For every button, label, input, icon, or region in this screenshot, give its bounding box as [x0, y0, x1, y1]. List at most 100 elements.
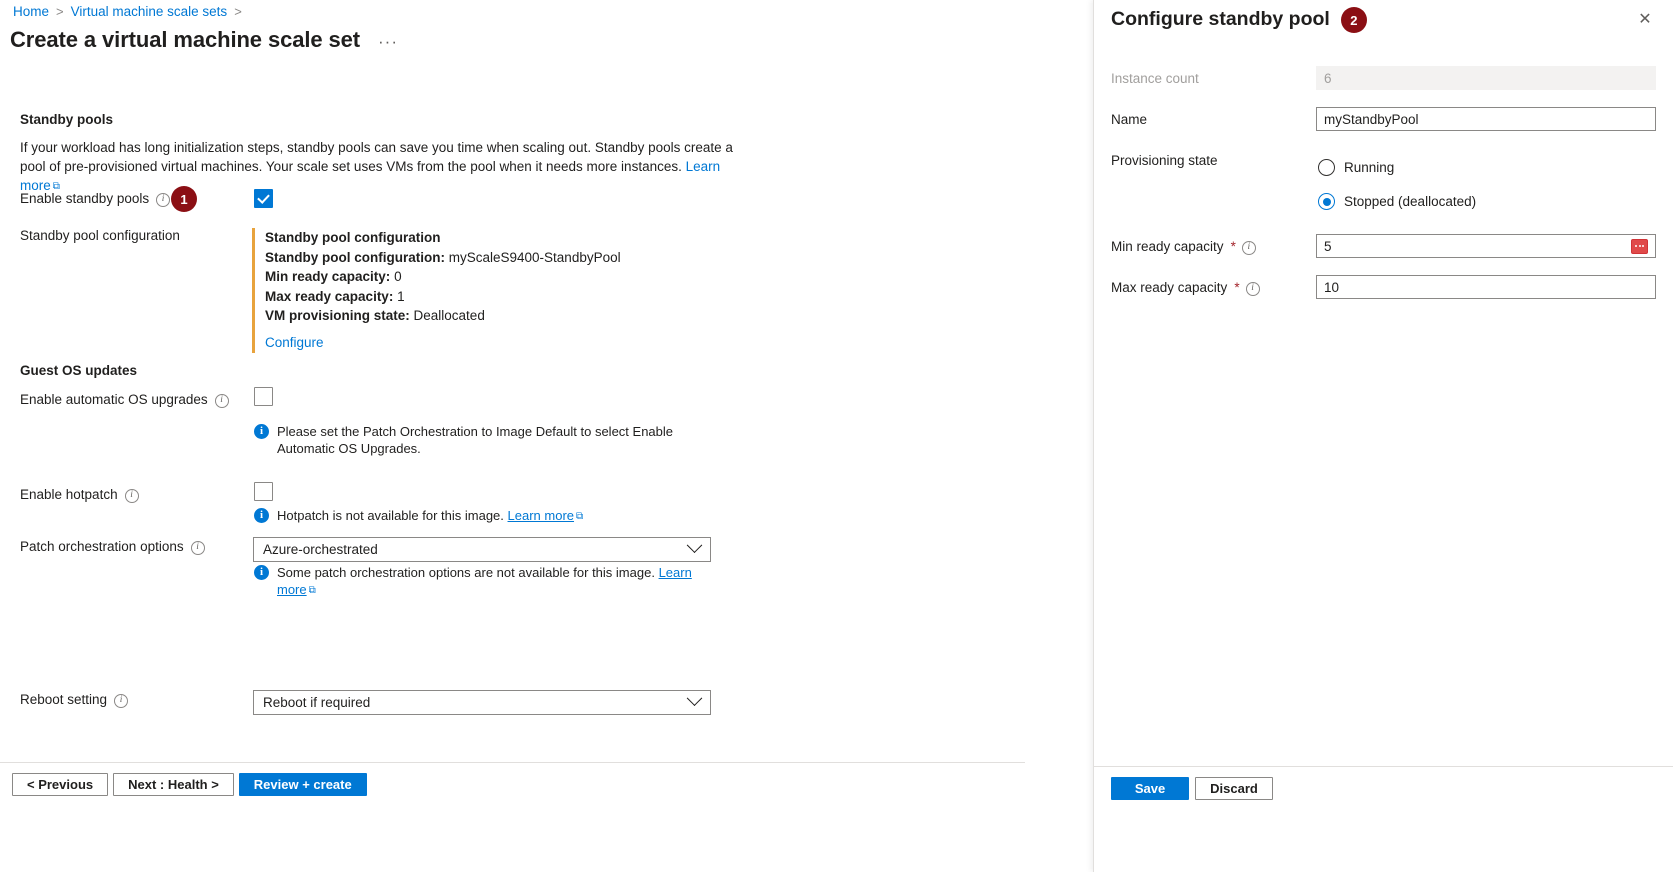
blade-footer: Save Discard	[1111, 777, 1273, 800]
external-link-icon: ⧉	[309, 582, 316, 599]
hotpatch-info-text: Hotpatch is not available for this image…	[277, 508, 504, 523]
instance-count-value: 6	[1324, 71, 1648, 86]
provisioning-state-radio-stopped-label: Stopped (deallocated)	[1344, 194, 1476, 209]
standby-pools-description-text: If your workload has long initialization…	[20, 140, 733, 174]
patch-orchestration-info-text: Some patch orchestration options are not…	[277, 565, 655, 580]
standby-pool-configuration-card: Standby pool configuration Standby pool …	[252, 228, 621, 353]
card-title: Standby pool configuration	[265, 228, 621, 248]
patch-orchestration-info-message: i Some patch orchestration options are n…	[254, 564, 724, 600]
close-icon[interactable]: ✕	[1633, 8, 1657, 32]
standby-pools-description: If your workload has long initialization…	[20, 138, 738, 197]
app-root: Home > Virtual machine scale sets > Crea…	[0, 0, 1673, 872]
info-icon[interactable]: i	[215, 394, 229, 408]
card-row-provisioning-state-value: Deallocated	[414, 308, 485, 323]
breadcrumb-item-vmss[interactable]: Virtual machine scale sets	[71, 4, 228, 19]
provisioning-state-label: Provisioning state	[1111, 153, 1218, 168]
provisioning-state-label-text: Provisioning state	[1111, 153, 1218, 168]
footer-divider	[0, 762, 1025, 763]
standby-pool-configuration-label-text: Standby pool configuration	[20, 228, 180, 243]
provisioning-state-radio-running[interactable]: Running	[1318, 159, 1394, 176]
info-icon[interactable]: i	[1246, 282, 1260, 296]
card-row-max-capacity-key: Max ready capacity:	[265, 289, 393, 304]
automatic-os-upgrades-info-message: i Please set the Patch Orchestration to …	[254, 423, 694, 457]
radio-icon	[1318, 159, 1335, 176]
required-marker: *	[1234, 280, 1239, 295]
name-input-value: myStandbyPool	[1324, 112, 1648, 127]
card-row-provisioning-state: VM provisioning state: Deallocated	[265, 306, 621, 326]
enable-hotpatch-checkbox[interactable]	[254, 482, 273, 501]
min-ready-capacity-value: 5	[1324, 239, 1631, 254]
automatic-os-upgrades-info-text: Please set the Patch Orchestration to Im…	[277, 423, 694, 457]
discard-button[interactable]: Discard	[1195, 777, 1273, 800]
patch-orchestration-options-value: Azure-orchestrated	[263, 542, 689, 557]
breadcrumb: Home > Virtual machine scale sets >	[13, 4, 242, 19]
patch-orchestration-info-content: Some patch orchestration options are not…	[277, 564, 724, 600]
instance-count-label-text: Instance count	[1111, 71, 1199, 86]
max-ready-capacity-label-text: Max ready capacity	[1111, 280, 1227, 295]
info-circle-icon: i	[254, 565, 269, 580]
create-vmss-pane: Home > Virtual machine scale sets > Crea…	[0, 0, 1093, 872]
reboot-setting-value: Reboot if required	[263, 695, 689, 710]
patch-orchestration-options-dropdown[interactable]: Azure-orchestrated	[253, 537, 711, 562]
reboot-setting-label: Reboot setting i	[20, 692, 128, 707]
external-link-icon: ⧉	[576, 508, 583, 525]
breadcrumb-item-home[interactable]: Home	[13, 4, 49, 19]
name-label-text: Name	[1111, 112, 1147, 127]
breadcrumb-separator-icon-2: >	[234, 4, 242, 19]
info-icon[interactable]: i	[1242, 241, 1256, 255]
info-icon[interactable]: i	[191, 541, 205, 555]
enable-hotpatch-label-text: Enable hotpatch	[20, 487, 118, 502]
blade-title-row: Configure standby pool 2	[1111, 6, 1367, 32]
section-heading-guest-os-updates: Guest OS updates	[20, 363, 137, 378]
reboot-setting-dropdown[interactable]: Reboot if required	[253, 690, 711, 715]
step-badge-2: 2	[1341, 7, 1367, 33]
info-icon[interactable]: i	[156, 193, 170, 207]
max-ready-capacity-label: Max ready capacity * i	[1111, 280, 1260, 295]
card-row-name: Standby pool configuration: myScaleS9400…	[265, 248, 621, 268]
more-options-icon[interactable]: ···	[378, 32, 398, 52]
blade-footer-divider	[1094, 766, 1673, 767]
info-circle-icon: i	[254, 424, 269, 439]
enable-standby-pools-label-text: Enable standby pools	[20, 191, 149, 206]
info-circle-icon: i	[254, 508, 269, 523]
next-health-button[interactable]: Next : Health >	[113, 773, 234, 796]
page-title: Create a virtual machine scale set	[10, 27, 360, 53]
enable-automatic-os-upgrades-checkbox[interactable]	[254, 387, 273, 406]
info-icon[interactable]: i	[114, 694, 128, 708]
blade-title: Configure standby pool	[1111, 8, 1330, 31]
validation-error-icon[interactable]	[1631, 239, 1648, 254]
enable-hotpatch-label: Enable hotpatch i	[20, 487, 139, 502]
max-ready-capacity-value: 10	[1324, 280, 1648, 295]
instance-count-field: 6	[1316, 66, 1656, 90]
min-ready-capacity-input[interactable]: 5	[1316, 234, 1656, 258]
standby-pool-configuration-label: Standby pool configuration	[20, 228, 180, 243]
enable-standby-pools-checkbox[interactable]	[254, 189, 273, 208]
save-button[interactable]: Save	[1111, 777, 1189, 800]
patch-orchestration-options-label-text: Patch orchestration options	[20, 539, 184, 554]
provisioning-state-radio-running-label: Running	[1344, 160, 1394, 175]
hotpatch-learn-more-link[interactable]: Learn more	[508, 508, 574, 523]
name-input[interactable]: myStandbyPool	[1316, 107, 1656, 131]
min-ready-capacity-label-text: Min ready capacity	[1111, 239, 1224, 254]
breadcrumb-separator-icon: >	[56, 4, 64, 19]
max-ready-capacity-input[interactable]: 10	[1316, 275, 1656, 299]
card-row-min-capacity-value: 0	[394, 269, 402, 284]
card-row-max-capacity: Max ready capacity: 1	[265, 287, 621, 307]
configure-link[interactable]: Configure	[265, 333, 324, 353]
previous-button[interactable]: < Previous	[12, 773, 108, 796]
step-badge-1: 1	[171, 186, 197, 212]
reboot-setting-label-text: Reboot setting	[20, 692, 107, 707]
card-row-name-value: myScaleS9400-StandbyPool	[449, 250, 621, 265]
hotpatch-info-message: i Hotpatch is not available for this ima…	[254, 507, 694, 526]
enable-automatic-os-upgrades-label: Enable automatic OS upgrades i	[20, 392, 229, 407]
min-ready-capacity-label: Min ready capacity * i	[1111, 239, 1256, 254]
card-row-min-capacity-key: Min ready capacity:	[265, 269, 390, 284]
info-icon[interactable]: i	[125, 489, 139, 503]
wizard-footer: < Previous Next : Health > Review + crea…	[12, 773, 367, 796]
page-title-row: Create a virtual machine scale set ···	[10, 27, 398, 53]
section-heading-standby-pools: Standby pools	[20, 112, 113, 127]
enable-standby-pools-label: Enable standby pools i	[20, 191, 170, 206]
review-create-button[interactable]: Review + create	[239, 773, 367, 796]
provisioning-state-radio-stopped[interactable]: Stopped (deallocated)	[1318, 193, 1476, 210]
instance-count-label: Instance count	[1111, 71, 1199, 86]
